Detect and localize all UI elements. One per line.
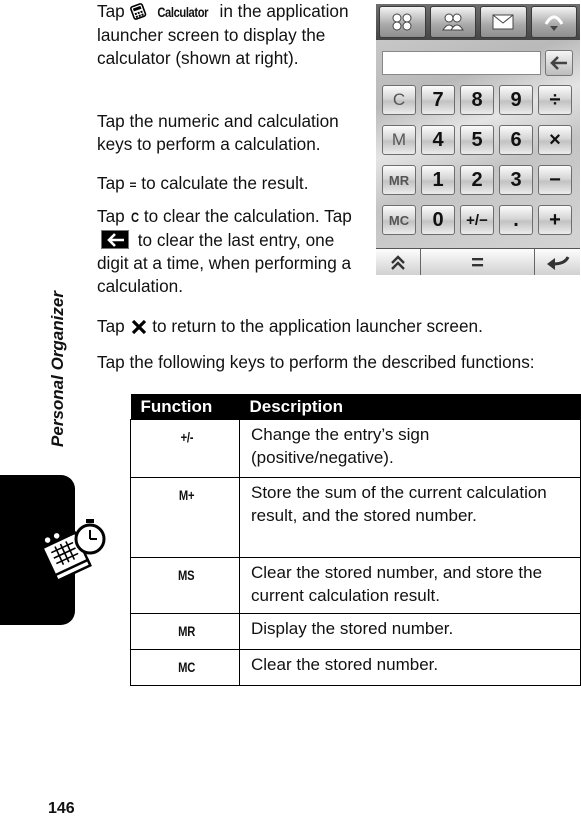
- instruction-perform-calculation: Tap the numeric and calculation keys to …: [97, 111, 339, 154]
- function-key-label: MR: [178, 623, 195, 639]
- key-2[interactable]: 2: [460, 165, 494, 195]
- calculator-bottom-bar: =: [376, 248, 580, 275]
- table-header-row: Function Description: [130, 394, 581, 420]
- function-key: +/-: [130, 419, 240, 478]
- section-title: Personal Organizer: [46, 284, 70, 454]
- table-row: MC Clear the stored number.: [130, 649, 581, 686]
- key-0[interactable]: 0: [421, 205, 455, 235]
- function-key: M+: [130, 477, 240, 558]
- table-row: MR Display the stored number.: [130, 613, 581, 650]
- section-title-text: Personal Organizer: [48, 291, 68, 447]
- apps-grid-icon: [392, 13, 412, 31]
- key-memory[interactable]: M: [382, 125, 416, 155]
- instruction-keys-intro: Tap the following keys to perform the de…: [97, 352, 535, 372]
- table-row: M+ Store the sum of the current calculat…: [130, 477, 581, 558]
- key-decimal[interactable]: .: [499, 205, 533, 235]
- key-5[interactable]: 5: [460, 125, 494, 155]
- up-arrow-icon: [544, 15, 564, 31]
- key-4[interactable]: 4: [421, 125, 455, 155]
- key-multiply[interactable]: ×: [538, 125, 572, 155]
- function-key-label: MS: [178, 567, 195, 583]
- calculator-display: [382, 51, 541, 75]
- function-description: Store the sum of the current calculation…: [239, 477, 581, 558]
- text: to clear the calculation. Tap: [139, 206, 352, 226]
- key-plus[interactable]: +: [538, 205, 572, 235]
- enter-return-icon: [546, 255, 569, 270]
- key-memory-recall[interactable]: MR: [382, 165, 416, 195]
- text: to clear the last entry, one digit at a …: [97, 230, 352, 296]
- double-chevron-up-icon: [391, 254, 405, 270]
- contacts-button[interactable]: [429, 6, 476, 38]
- message-envelope-icon: [492, 14, 514, 30]
- instruction-open-calculator: Tap Calculator in the application launch…: [97, 0, 367, 70]
- apps-grid-button[interactable]: [379, 6, 426, 38]
- calculator-screenshot: C 7 8 9 ÷ M 4 5 6 × MR 1 2 3 − MC 0 +/− …: [376, 4, 580, 275]
- function-description: Display the stored number.: [239, 613, 581, 650]
- organizer-calendar-clock-icon: [40, 519, 106, 583]
- key-6[interactable]: 6: [499, 125, 533, 155]
- equals-button[interactable]: =: [421, 249, 535, 275]
- key-9[interactable]: 9: [499, 85, 533, 115]
- text: Tap: [97, 173, 130, 193]
- equals-key-label: =: [129, 178, 137, 192]
- instruction-clear: Tap C to clear the calculation. Tap to c…: [97, 205, 367, 298]
- key-clear[interactable]: C: [382, 85, 416, 115]
- close-x-icon: [131, 319, 146, 335]
- header-description: Description: [239, 394, 581, 420]
- key-3[interactable]: 3: [499, 165, 533, 195]
- function-key: MS: [130, 557, 240, 614]
- scroll-up-button[interactable]: [376, 249, 421, 275]
- backspace-button[interactable]: [545, 50, 573, 76]
- function-description: Clear the stored number, and store the c…: [239, 557, 581, 614]
- message-button[interactable]: [480, 6, 527, 38]
- key-divide[interactable]: ÷: [538, 85, 572, 115]
- text: Tap: [97, 206, 130, 226]
- calculator-icon: [129, 3, 146, 20]
- backspace-arrow-icon: [101, 230, 129, 249]
- key-memory-clear[interactable]: MC: [382, 205, 416, 235]
- function-key-label: +/-: [180, 429, 193, 445]
- text: to calculate the result.: [136, 173, 309, 193]
- function-table: Function Description +/- Change the entr…: [130, 394, 581, 686]
- text: Tap: [97, 1, 130, 21]
- page-number: 146: [48, 800, 75, 817]
- function-key: MR: [130, 613, 240, 650]
- clear-key-label: C: [130, 209, 139, 225]
- function-description: Change the entry’s sign (positive/negati…: [239, 419, 581, 478]
- table-row: MS Clear the stored number, and store th…: [130, 557, 581, 614]
- calculator-top-bar: [376, 4, 580, 40]
- up-arrow-button[interactable]: [530, 6, 577, 38]
- calculator-keypad: C 7 8 9 ÷ M 4 5 6 × MR 1 2 3 − MC 0 +/− …: [382, 85, 576, 235]
- header-function: Function: [130, 394, 240, 420]
- key-7[interactable]: 7: [421, 85, 455, 115]
- key-8[interactable]: 8: [460, 85, 494, 115]
- text: to return to the application launcher sc…: [147, 316, 483, 336]
- contacts-icon: [441, 13, 464, 31]
- calculator-label: Calculator: [157, 4, 209, 20]
- key-minus[interactable]: −: [538, 165, 572, 195]
- function-key-label: MC: [178, 659, 195, 675]
- table-row: +/- Change the entry’s sign (positive/ne…: [130, 419, 581, 478]
- key-sign[interactable]: +/−: [460, 205, 494, 235]
- instruction-return: Tap to return to the application launche…: [97, 315, 577, 338]
- key-1[interactable]: 1: [421, 165, 455, 195]
- backspace-arrow-icon: [550, 56, 567, 70]
- instruction-equals: Tap = to calculate the result.: [97, 172, 367, 197]
- enter-button[interactable]: [535, 249, 580, 275]
- function-key-label: M+: [178, 487, 195, 503]
- function-key: MC: [130, 649, 240, 686]
- function-description: Clear the stored number.: [239, 649, 581, 686]
- text: Tap: [97, 316, 130, 336]
